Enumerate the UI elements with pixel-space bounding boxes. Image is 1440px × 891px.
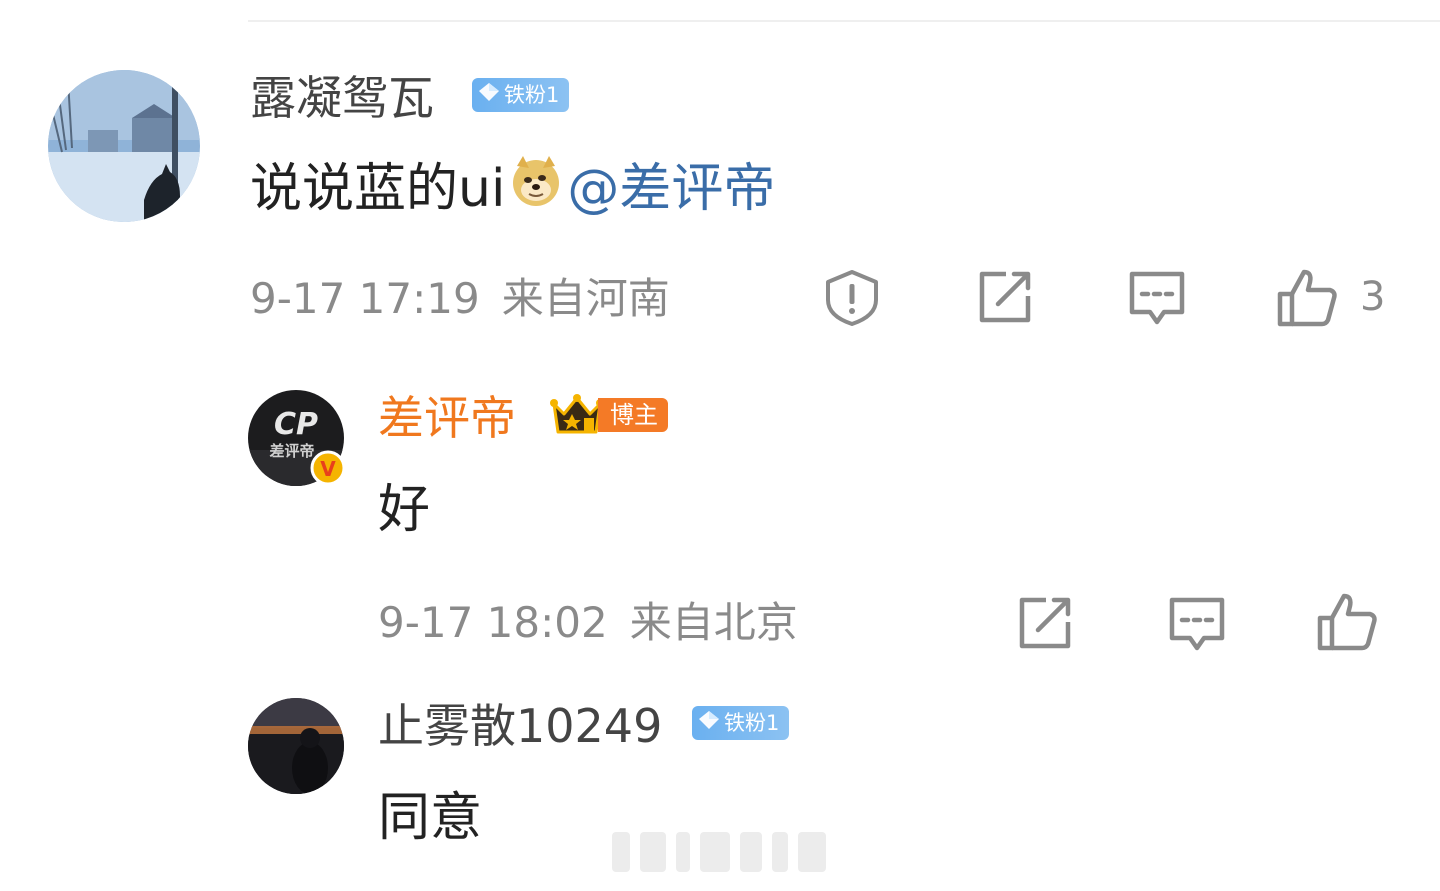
avatar-host[interactable]: CP 差评帝 V [248,390,346,486]
comment-text-body: 说说蓝的ui [250,158,506,219]
host-badge[interactable]: 博主 [550,394,668,434]
reply-location: 来自北京 [629,598,798,647]
svg-text:CP: CP [274,407,318,442]
reply-button[interactable] [1128,270,1186,326]
reply-share-button[interactable] [1016,596,1074,652]
thumbs-up-icon [1317,593,1377,651]
svg-text:差评帝: 差评帝 [269,442,314,460]
comment-icon [1129,271,1185,325]
comment-location: 来自河南 [501,274,670,323]
fan-level-badge[interactable]: 铁粉1 [692,706,790,740]
share-icon [1019,597,1071,649]
reply-like-button[interactable] [1316,590,1378,652]
comment-text: 说说蓝的ui @差评帝 [250,154,775,223]
comment-time: 9-17 17:19 [250,274,480,323]
avatar-user-3[interactable] [248,698,344,794]
like-count: 3 [1360,274,1386,320]
fan-level-badge[interactable]: 铁粉1 [472,78,570,112]
crown-icon [550,394,604,434]
reply-text: 好 [378,480,431,540]
watermark-residue [612,826,832,878]
mention-link[interactable]: @差评帝 [567,157,775,221]
thumbs-up-icon [1277,269,1337,327]
comment-meta: 9-17 17:19 来自河南 [250,274,670,324]
diamond-icon [478,78,500,112]
reply-text: 同意 [378,788,483,848]
host-username[interactable]: 差评帝 [378,390,516,446]
fan-badge-label: 铁粉1 [504,83,560,107]
top-divider [248,20,1440,22]
reply-meta: 9-17 18:02 来自北京 [378,598,798,648]
reply-comment-button[interactable] [1168,596,1226,652]
share-button[interactable] [976,270,1034,326]
fan-badge-label: 铁粉1 [724,711,780,735]
avatar-user-1[interactable] [48,70,200,222]
like-button[interactable]: 3 [1276,266,1385,328]
diamond-icon [698,706,720,740]
doge-emoji [509,154,563,223]
reply-time: 9-17 18:02 [378,598,608,647]
comment-icon [1169,597,1225,651]
host-badge-label: 博主 [598,398,668,432]
report-button[interactable] [822,268,882,328]
share-icon [979,271,1031,323]
shield-alert-icon [826,270,878,326]
verified-v-label: V [320,457,336,481]
username[interactable]: 止雾散10249 [378,698,662,754]
username[interactable]: 露凝鸳瓦 [250,70,434,126]
